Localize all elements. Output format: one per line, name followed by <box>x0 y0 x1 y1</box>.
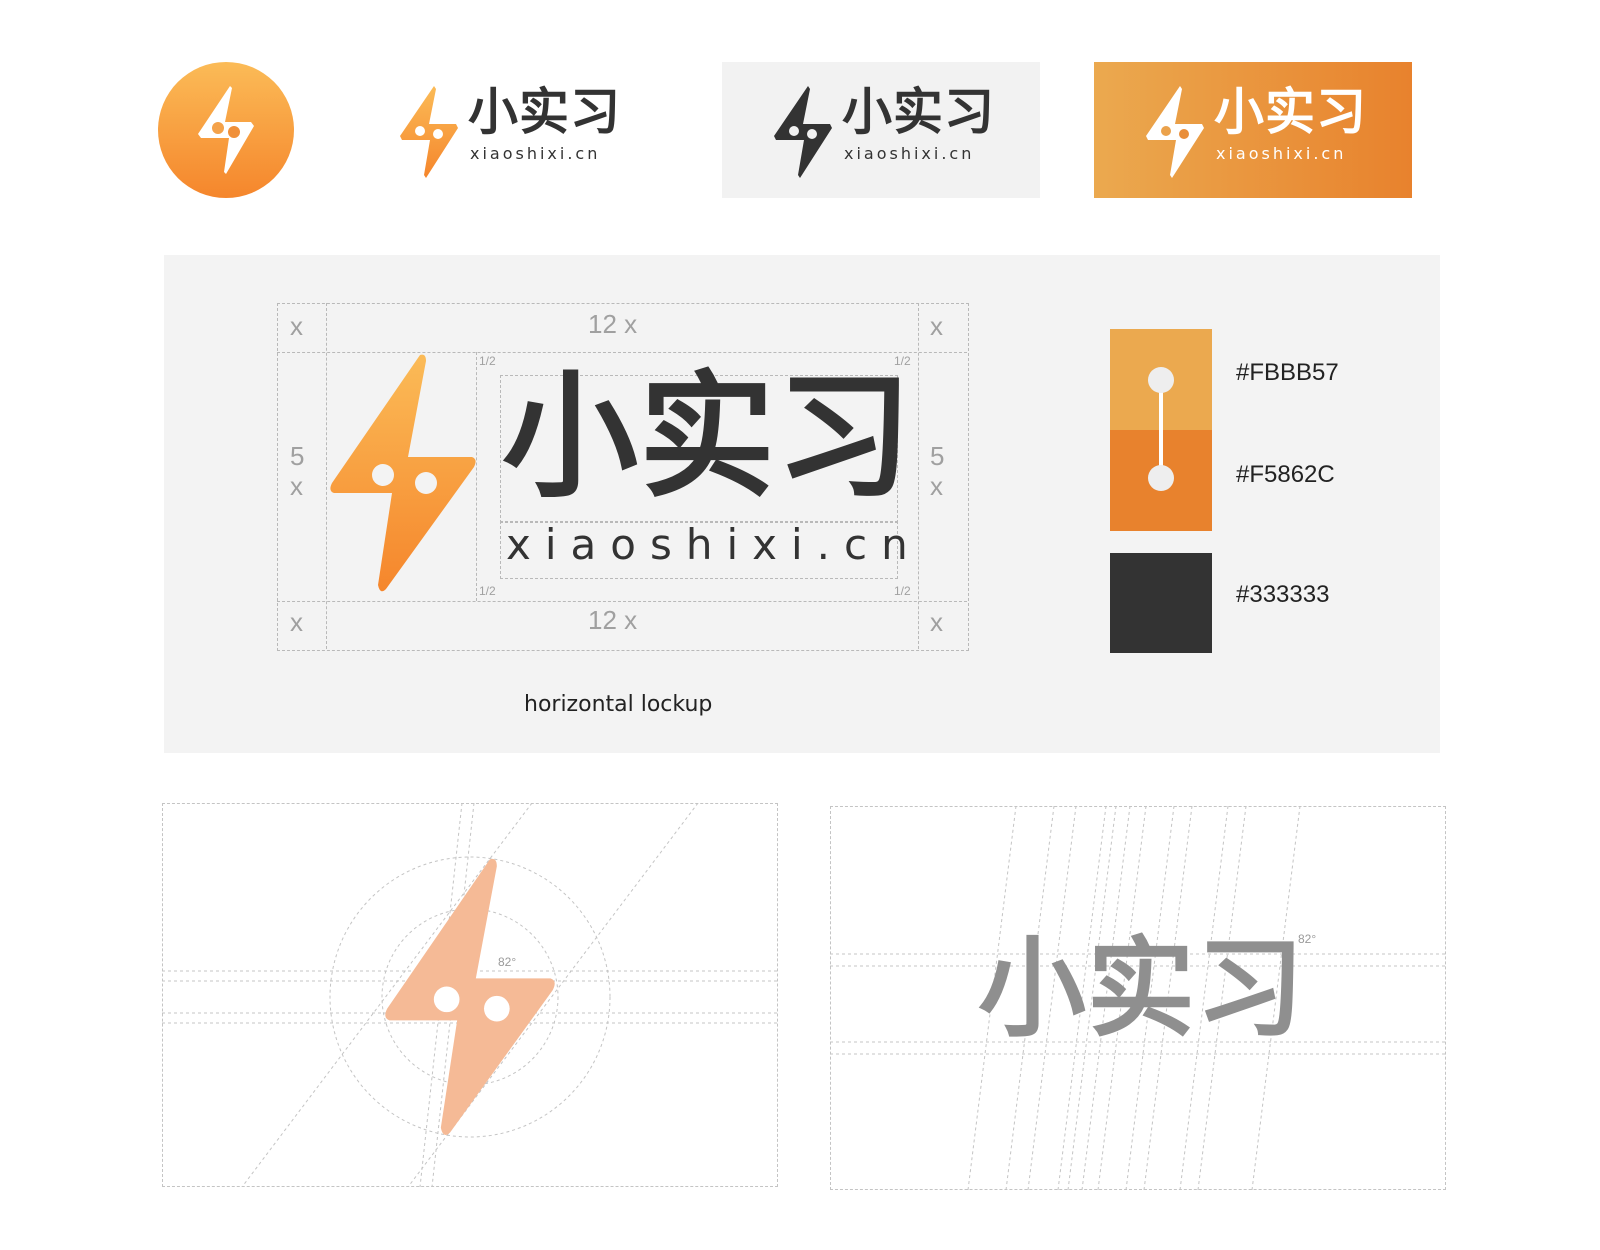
height-label: x <box>930 471 943 501</box>
lightning-bolt-icon <box>330 354 476 592</box>
guide-line <box>277 601 967 602</box>
gradient-stop-handle <box>1148 465 1174 491</box>
wordmark: 小实习 <box>842 83 995 141</box>
domain-text: xiaoshixi.cn <box>1216 144 1347 163</box>
hex-label: #333333 <box>1236 581 1330 608</box>
unit-label: x <box>930 311 943 341</box>
height-label: x <box>290 471 303 501</box>
domain-text: xiaoshixi.cn <box>506 520 922 569</box>
height-label: 5 <box>290 441 305 471</box>
half-label: 1/2 <box>479 584 496 598</box>
unit-label: x <box>290 607 303 637</box>
swatch-dark-grey <box>1110 553 1212 653</box>
lightning-bolt-icon <box>774 86 832 178</box>
height-label: 5 <box>930 441 945 471</box>
lightning-bolt-icon <box>1146 86 1204 178</box>
lightning-bolt-icon <box>385 858 555 1135</box>
icon-construction-grid: 82° <box>162 803 778 1187</box>
wordmark: 小实习 <box>502 359 913 517</box>
guide-line <box>326 303 327 649</box>
lockup-on-white: 小实习 xiaoshixi.cn <box>398 83 638 184</box>
domain-text: xiaoshixi.cn <box>844 144 975 163</box>
gradient-connector <box>1159 379 1163 479</box>
guide-line <box>918 303 919 649</box>
half-label: 1/2 <box>479 354 496 368</box>
wordmark: 小实习 <box>978 927 1306 1052</box>
unit-label: x <box>930 607 943 637</box>
wordmark: 小实习 <box>1214 83 1367 141</box>
half-label: 1/2 <box>894 584 911 598</box>
hex-label: #F5862C <box>1236 461 1335 488</box>
app-icon-circle <box>158 62 294 198</box>
angle-label: 82° <box>1298 932 1317 946</box>
hex-label: #FBBB57 <box>1236 359 1339 386</box>
width-label: 12 x <box>588 309 638 339</box>
lockup-card-orange: 小实习 xiaoshixi.cn <box>1094 62 1412 198</box>
wordmark-construction-grid: 小实习 82° <box>830 806 1446 1190</box>
lockup-card-grey: 小实习 xiaoshixi.cn <box>722 62 1040 198</box>
gradient-stop-handle <box>1148 367 1174 393</box>
unit-label: x <box>290 311 303 341</box>
wordmark: 小实习 <box>468 83 621 141</box>
lockup-spec-panel: x x x x 12 x 12 x 5 x 5 x 1/2 1/2 1/2 1/… <box>164 255 1440 753</box>
domain-text: xiaoshixi.cn <box>470 144 601 163</box>
width-label: 12 x <box>588 605 638 635</box>
lightning-bolt-icon <box>198 86 254 174</box>
lightning-bolt-icon <box>400 86 458 178</box>
orange-gradient-swatch <box>1110 329 1212 531</box>
lockup-caption: horizontal lockup <box>524 692 713 717</box>
angle-label: 82° <box>498 955 517 969</box>
